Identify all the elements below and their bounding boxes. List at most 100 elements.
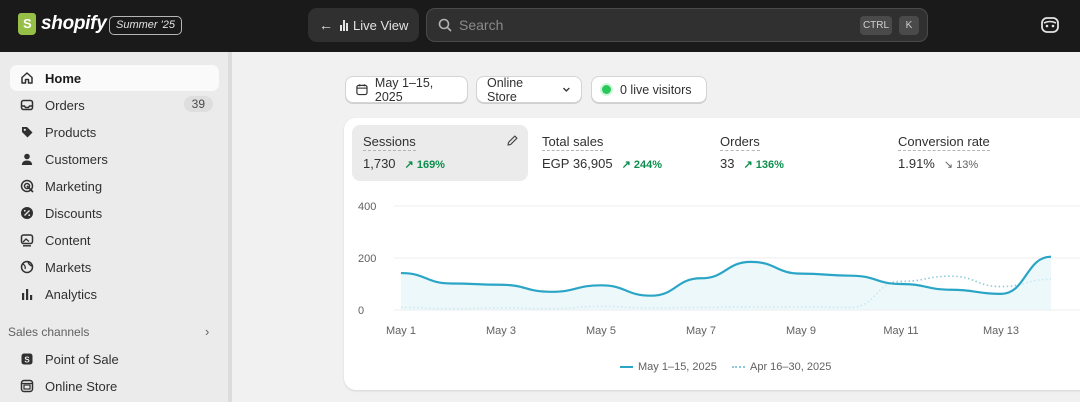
series-area-current	[401, 256, 1051, 310]
channel-dropdown[interactable]: Online Store	[476, 75, 582, 104]
sidebar-item-discounts[interactable]: Discounts	[10, 200, 219, 226]
shortcut-key-k: K	[899, 16, 919, 35]
sidebar-item-marketing[interactable]: Marketing	[10, 173, 219, 199]
image-icon	[20, 233, 34, 247]
search-input[interactable]	[459, 17, 839, 33]
metric-change-value: 13%	[956, 159, 979, 171]
channel-label: Online Store	[487, 75, 524, 104]
sidebar-item-label: Orders	[45, 97, 85, 113]
sidebar-item-content[interactable]: Content	[10, 227, 219, 253]
metric-label: Sessions	[363, 134, 416, 151]
svg-text:S: S	[24, 356, 30, 365]
metric-value: 1,730	[363, 156, 396, 171]
edition-badge[interactable]: Summer '25	[109, 16, 182, 35]
analytics-card: Sessions 1,730 ↗ 169% Total sales EGP 36…	[344, 118, 1080, 390]
y-tick-label: 200	[358, 253, 376, 265]
metric-change-value: 244%	[633, 159, 663, 171]
sales-channels-title: Sales channels	[8, 325, 90, 339]
metric-change: ↘ 13%	[944, 158, 978, 171]
legend-label: May 1–15, 2025	[638, 361, 717, 373]
person-icon	[20, 152, 34, 166]
live-visitors-label: 0 live visitors	[620, 82, 692, 97]
store-avatar-icon[interactable]	[1040, 15, 1060, 35]
sidebar-item-label: Discounts	[45, 205, 103, 221]
arrow-up-icon: ↗	[621, 159, 634, 171]
metric-change: ↗ 169%	[405, 158, 445, 171]
arrow-down-icon: ↘	[943, 159, 957, 171]
live-chart-icon	[340, 19, 348, 31]
x-tick-label: May 7	[686, 325, 716, 337]
legend-previous: Apr 16–30, 2025	[732, 361, 831, 373]
live-visitors-button[interactable]: 0 live visitors	[591, 76, 707, 103]
sidebar-item-online-store[interactable]: Online Store	[10, 373, 219, 399]
y-tick-label: 400	[358, 201, 376, 213]
y-tick-label: 0	[358, 305, 364, 317]
legend-swatch-solid	[620, 366, 633, 368]
metric-change: ↗ 244%	[622, 158, 662, 171]
bar-chart-icon	[20, 287, 34, 301]
sidebar-item-label: Point of Sale	[45, 351, 119, 367]
metric-value: EGP 36,905	[542, 156, 613, 171]
x-tick-label: May 13	[983, 325, 1019, 337]
chevron-right-icon[interactable]: ›	[205, 324, 209, 339]
x-tick-label: May 1	[386, 325, 416, 337]
pencil-icon[interactable]	[506, 134, 519, 147]
date-range-picker[interactable]: May 1–15, 2025	[345, 75, 468, 104]
search-icon	[438, 18, 452, 32]
live-view-button[interactable]: ← Live View	[308, 8, 419, 42]
live-view-label: Live View	[353, 17, 409, 33]
metric-change: ↗ 136%	[743, 158, 783, 171]
inbox-icon	[20, 98, 34, 112]
shopify-logo[interactable]: shopify	[18, 13, 107, 35]
arrow-left-icon: ←	[319, 17, 333, 33]
orders-count-badge: 39	[183, 96, 213, 112]
date-range-label: May 1–15, 2025	[374, 75, 434, 104]
sidebar-item-label: Products	[45, 124, 97, 140]
metric-change-value: 169%	[416, 159, 445, 171]
home-icon	[20, 71, 34, 85]
store-icon	[20, 379, 34, 393]
sessions-chart: 400 200 0 May 1 May 3 May 5 May 7 May 9 May 11 Ma…	[358, 201, 1080, 337]
metric-label: Conversion rate	[898, 134, 990, 151]
sidebar-item-label: Analytics	[45, 286, 98, 302]
target-icon	[20, 179, 34, 193]
sidebar-item-analytics[interactable]: Analytics	[10, 281, 219, 307]
sidebar-item-products[interactable]: Products	[10, 119, 219, 145]
sidebar: Home Orders 39 Products Customers Market…	[0, 52, 232, 402]
metric-label: Total sales	[542, 134, 604, 151]
arrow-up-icon: ↗	[743, 159, 756, 171]
sidebar-item-orders[interactable]: Orders 39	[10, 92, 219, 118]
metric-sessions[interactable]: Sessions 1,730 ↗ 169%	[352, 125, 528, 181]
sidebar-item-label: Markets	[45, 259, 92, 275]
brand-name: shopify	[41, 13, 107, 34]
metric-orders[interactable]: Orders 33 ↗ 136%	[709, 125, 879, 181]
tag-icon	[20, 125, 34, 139]
live-indicator-dot	[602, 85, 611, 94]
search-bar[interactable]: CTRL K	[426, 8, 928, 42]
arrow-up-icon: ↗	[404, 159, 417, 171]
chevron-down-icon	[563, 87, 571, 92]
sidebar-item-label: Online Store	[45, 378, 118, 394]
sidebar-item-markets[interactable]: Markets	[10, 254, 219, 280]
sidebar-item-label: Customers	[45, 151, 108, 167]
x-tick-label: May 3	[486, 325, 516, 337]
metric-value: 1.91%	[898, 156, 935, 171]
pos-icon: S	[20, 352, 34, 366]
metric-conversion-rate[interactable]: Conversion rate 1.91% ↘ 13%	[887, 125, 1057, 181]
shortcut-key-ctrl: CTRL	[860, 16, 892, 35]
metric-value: 33	[720, 156, 735, 171]
calendar-icon	[356, 84, 368, 96]
discount-icon	[20, 206, 34, 220]
metric-change-value: 136%	[755, 159, 784, 171]
x-tick-label: May 11	[883, 325, 918, 337]
sidebar-item-point-of-sale[interactable]: S Point of Sale	[10, 346, 219, 372]
metric-total-sales[interactable]: Total sales EGP 36,905 ↗ 244%	[531, 125, 701, 181]
legend-label: Apr 16–30, 2025	[750, 361, 832, 373]
globe-icon	[20, 260, 34, 274]
metric-label: Orders	[720, 134, 760, 151]
sidebar-item-label: Content	[45, 232, 91, 248]
legend-current: May 1–15, 2025	[620, 361, 717, 373]
sidebar-item-customers[interactable]: Customers	[10, 146, 219, 172]
sidebar-item-home[interactable]: Home	[10, 65, 219, 91]
sidebar-item-label: Home	[45, 70, 82, 86]
